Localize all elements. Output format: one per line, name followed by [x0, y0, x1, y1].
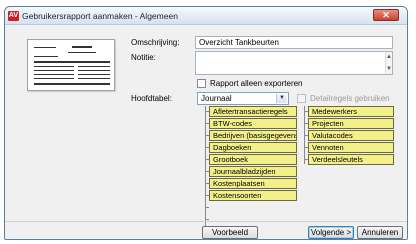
- table-item[interactable]: Medewerkers: [308, 106, 394, 117]
- table-item[interactable]: Afletertransactieregels: [209, 106, 297, 117]
- table-item[interactable]: Verdeelsleutels: [308, 154, 394, 165]
- window-title: Gebruikersrapport aanmaken - Algemeen: [22, 11, 178, 21]
- main-table-value: Journaal: [201, 94, 232, 103]
- scroll-up-icon[interactable]: ▲: [386, 54, 392, 60]
- tree-branch: [205, 207, 209, 208]
- table-item[interactable]: Kostensoorten: [209, 190, 297, 201]
- detail-rules-checkbox[interactable]: [297, 94, 306, 103]
- report-preview-image: [27, 39, 115, 91]
- close-button[interactable]: ✕: [373, 9, 399, 21]
- next-button[interactable]: Volgende >: [308, 226, 354, 239]
- app-logo-icon: AV: [8, 11, 19, 21]
- footer-divider: [5, 221, 407, 222]
- table-item[interactable]: BTW-codes: [209, 118, 297, 129]
- table-item[interactable]: Bedrijven (basisgegevens): [209, 130, 297, 141]
- note-textarea[interactable]: [195, 51, 393, 75]
- cancel-button[interactable]: Annuleren: [357, 226, 403, 239]
- preview-button[interactable]: Voorbeeld: [202, 226, 258, 239]
- note-label: Notitie:: [131, 53, 156, 62]
- scroll-down-icon[interactable]: ▼: [386, 66, 392, 72]
- tree-branch: [205, 219, 209, 220]
- dialog-window: AV Gebruikersrapport aanmaken - Algemeen…: [4, 6, 408, 240]
- detail-rules-label: Detailregels gebruiken: [310, 94, 390, 103]
- table-item[interactable]: Dagboeken: [209, 142, 297, 153]
- dialog-body: Omschrijving: Overzicht Tankbeurten Noti…: [5, 26, 407, 239]
- export-only-label: Rapport alleen exporteren: [210, 79, 303, 88]
- table-item[interactable]: Journaalbladzijden: [209, 166, 297, 177]
- main-table-select[interactable]: Journaal ▼: [197, 92, 289, 105]
- table-item[interactable]: Grootboek: [209, 154, 297, 165]
- description-label: Omschrijving:: [131, 38, 180, 47]
- table-item[interactable]: Kostenplaatsen: [209, 178, 297, 189]
- chevron-down-icon[interactable]: ▼: [276, 94, 287, 103]
- description-input[interactable]: Overzicht Tankbeurten: [195, 36, 393, 49]
- export-only-checkbox[interactable]: [197, 79, 206, 88]
- table-item[interactable]: Vennoten: [308, 142, 394, 153]
- table-item[interactable]: Valutacodes: [308, 130, 394, 141]
- note-scrollbar[interactable]: ▲ ▼: [385, 52, 392, 74]
- title-bar: AV Gebruikersrapport aanmaken - Algemeen…: [5, 7, 407, 25]
- table-item[interactable]: Projecten: [308, 118, 394, 129]
- main-table-label: Hoofdtabel:: [131, 94, 172, 103]
